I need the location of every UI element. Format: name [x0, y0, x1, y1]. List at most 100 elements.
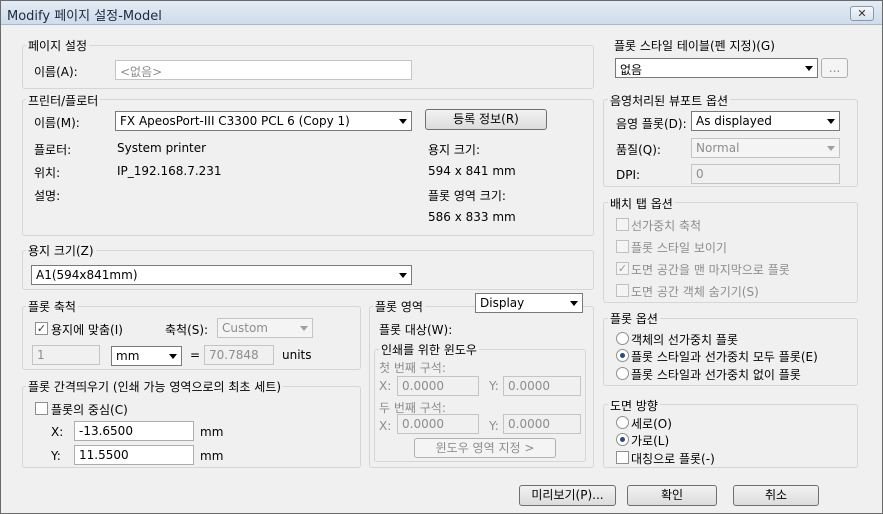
plot-lineweights-radio[interactable]	[616, 332, 629, 345]
upside-down-checkbox[interactable]	[616, 451, 629, 464]
second-corner-x-field[interactable]: 0.0000	[397, 414, 479, 434]
offset-x-unit: mm	[200, 425, 224, 439]
plot-with-styles-label: 플롯 스타일과 선가중치 모두 플롯(E)	[631, 350, 818, 364]
quality-select[interactable]: Normal	[691, 138, 840, 158]
paper-size-select[interactable]: A1(594x841mm)	[31, 265, 412, 285]
chevron-down-icon	[805, 66, 813, 71]
lineweight-scale-label: 선가중치 축척	[631, 219, 702, 233]
paper-size-info-value: 594 x 841 mm	[428, 164, 516, 178]
show-plot-styles-checkbox[interactable]	[616, 240, 629, 253]
center-plot-label: 플롯의 중심(C)	[51, 403, 128, 417]
layout-options-group-label: 배치 탭 옵션	[608, 195, 675, 212]
plotter-label: 플로터:	[34, 143, 72, 157]
shaded-viewport-group-label: 음영처리된 뷰포트 옵션	[608, 92, 731, 109]
plot-style-table-select[interactable]: 없음	[615, 58, 818, 78]
paper-size-group-label: 용지 크기(Z)	[26, 242, 96, 259]
plot-offset-group-label: 플롯 간격띄우기 (인쇄 가능 영역으로의 최초 세트)	[26, 378, 284, 395]
title-bar: Modify 페이지 설정-Model ✕	[1, 1, 882, 25]
hide-paperspace-label: 도면 공간 객체 숨기기(S)	[631, 285, 759, 299]
plotter-value: System printer	[117, 141, 207, 155]
portrait-radio[interactable]	[616, 416, 629, 429]
plot-area-size-label: 플롯 영역 크기:	[428, 189, 506, 203]
landscape-label: 가로(L)	[631, 434, 670, 448]
upside-down-label: 대칭으로 플롯(-)	[631, 452, 715, 466]
quality-value: Normal	[696, 141, 740, 155]
paper-size-info-label: 용지 크기:	[428, 143, 481, 157]
plot-style-edit-button[interactable]: ...	[821, 58, 848, 78]
scale-units-field[interactable]: 1	[32, 345, 100, 365]
chevron-down-icon	[300, 326, 308, 331]
what-to-plot-value: Display	[480, 296, 525, 310]
lineweight-scale-checkbox[interactable]	[616, 218, 629, 231]
what-to-plot-select[interactable]: Display	[475, 293, 583, 313]
fit-to-paper-checkbox[interactable]: ✓	[35, 322, 48, 335]
properties-button[interactable]: 등록 정보(R)	[425, 109, 547, 130]
scale-unit-select[interactable]: mm	[111, 346, 182, 366]
plot-lineweights-label: 객체의 선가중치 플롯	[631, 333, 738, 347]
close-icon: ✕	[857, 7, 867, 20]
page-setup-group-label: 페이지 설정	[26, 37, 90, 54]
plot-style-table-value: 없음	[620, 63, 643, 77]
offset-x-field[interactable]: -13.6500	[74, 421, 194, 441]
shade-plot-label: 음영 플롯(D):	[616, 117, 687, 131]
dpi-field[interactable]: 0	[691, 164, 840, 184]
scale-select[interactable]: Custom	[217, 318, 313, 338]
page-setup-dialog: Modify 페이지 설정-Model ✕ 페이지 설정 이름(A): <없음>…	[0, 0, 883, 514]
second-y-label: Y:	[489, 419, 499, 433]
plot-options-group-label: 플롯 옵션	[608, 310, 660, 327]
second-x-label: X:	[379, 419, 392, 433]
scale-label: 축척(S):	[165, 323, 209, 337]
shade-plot-select[interactable]: As displayed	[691, 111, 840, 131]
paperspace-last-checkbox[interactable]: ✓	[616, 262, 629, 275]
fit-to-paper-label: 용지에 맞춤(I)	[51, 323, 123, 337]
printer-name-select[interactable]: FX ApeosPort-III C3300 PCL 6 (Copy 1)	[115, 111, 412, 131]
pick-window-button[interactable]: 윈도우 영역 지정 >	[414, 438, 556, 458]
hide-paperspace-checkbox[interactable]	[616, 284, 629, 297]
chevron-down-icon	[827, 146, 835, 151]
quality-label: 품질(Q):	[616, 143, 661, 157]
portrait-label: 세로(O)	[631, 417, 672, 431]
first-corner-y-field[interactable]: 0.0000	[503, 376, 581, 396]
plot-without-styles-radio[interactable]	[616, 367, 629, 380]
plot-window-group-label: 인쇄를 위한 윈도우	[379, 341, 479, 358]
landscape-radio[interactable]	[616, 433, 629, 446]
printer-name-label: 이름(M):	[34, 116, 80, 130]
plot-area-group-label: 플롯 영역	[373, 298, 425, 315]
page-setup-name-field[interactable]: <없음>	[115, 60, 412, 80]
preview-button[interactable]: 미리보기(P)...	[519, 485, 616, 506]
first-y-label: Y:	[489, 379, 499, 393]
scale-value: Custom	[222, 321, 268, 335]
ok-button[interactable]: 확인	[627, 485, 717, 506]
cancel-button[interactable]: 취소	[733, 485, 819, 506]
offset-x-label: X:	[51, 425, 64, 439]
window-title: Modify 페이지 설정-Model	[7, 9, 162, 24]
offset-y-field[interactable]: 11.5500	[74, 445, 194, 465]
first-corner-x-field[interactable]: 0.0000	[397, 376, 479, 396]
second-corner-y-field[interactable]: 0.0000	[503, 414, 581, 434]
plot-without-styles-label: 플롯 스타일과 선가중치 없이 플롯	[631, 368, 801, 382]
location-value: IP_192.168.7.231	[117, 164, 222, 178]
drawing-units-field[interactable]: 70.7848	[204, 345, 274, 365]
printer-name-value: FX ApeosPort-III C3300 PCL 6 (Copy 1)	[120, 114, 350, 128]
chevron-down-icon	[399, 119, 407, 124]
plot-with-styles-radio[interactable]	[616, 349, 629, 362]
units-label: units	[282, 348, 312, 362]
chevron-down-icon	[570, 301, 578, 306]
scale-unit-value: mm	[116, 349, 140, 363]
what-to-plot-label: 플롯 대상(W):	[379, 323, 453, 337]
description-label: 설명:	[34, 189, 61, 203]
show-plot-styles-label: 플롯 스타일 보이기	[631, 241, 727, 255]
orientation-group-label: 도면 방향	[608, 397, 660, 414]
location-label: 위치:	[34, 166, 61, 180]
paper-size-value: A1(594x841mm)	[36, 268, 138, 282]
equals-sign: =	[190, 348, 201, 362]
close-button[interactable]: ✕	[850, 6, 874, 21]
shade-plot-value: As displayed	[696, 114, 772, 128]
chevron-down-icon	[399, 273, 407, 278]
plot-style-table-label: 플롯 스타일 테이블(펜 지정)(G)	[614, 39, 775, 53]
plot-scale-group-label: 플롯 축척	[26, 298, 78, 315]
center-plot-checkbox[interactable]	[35, 402, 48, 415]
first-corner-label: 첫 번째 구석:	[379, 361, 446, 375]
chevron-down-icon	[169, 354, 177, 359]
chevron-down-icon	[827, 119, 835, 124]
